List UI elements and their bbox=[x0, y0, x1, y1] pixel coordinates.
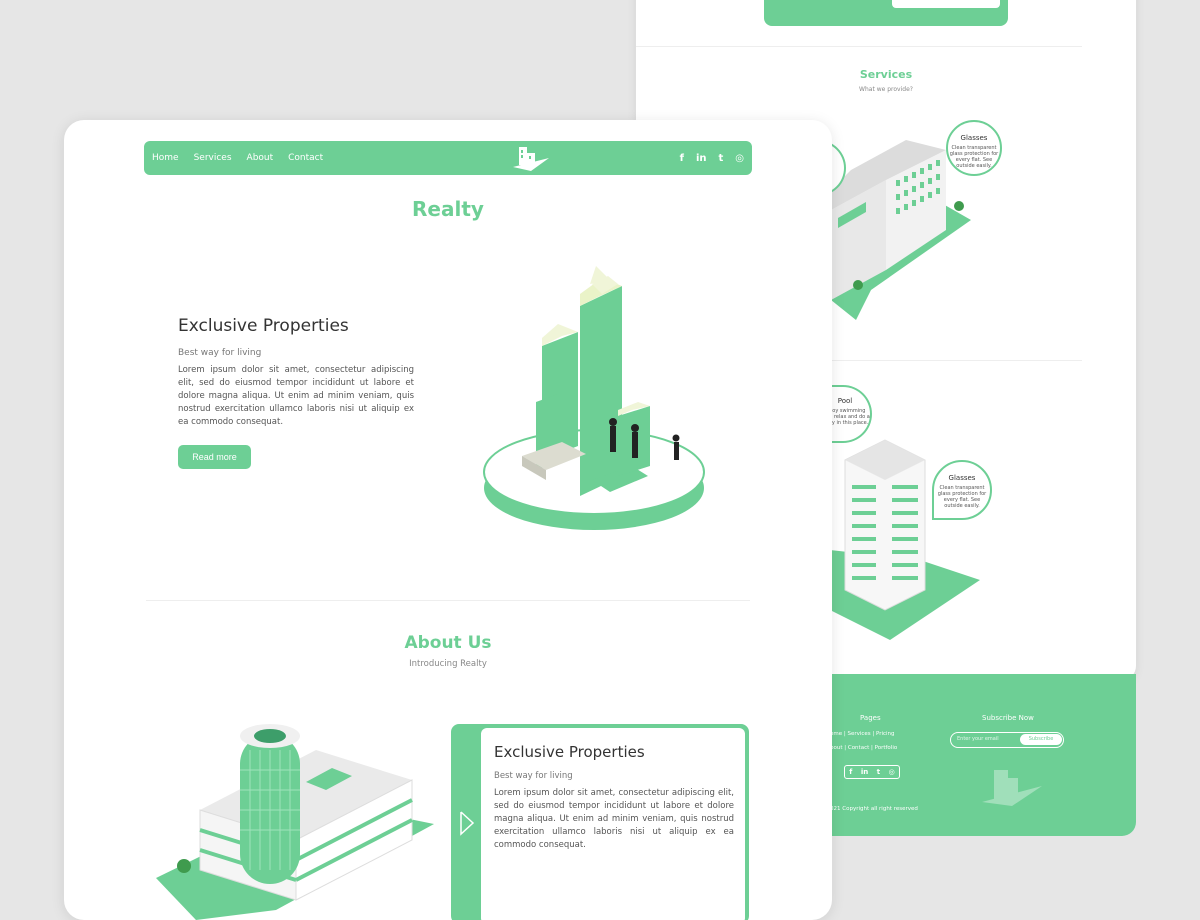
facebook-icon[interactable]: f bbox=[849, 768, 852, 776]
chevron-right-icon[interactable] bbox=[459, 810, 475, 836]
footer-pages-title: Pages bbox=[860, 714, 881, 722]
nav-contact[interactable]: Contact bbox=[288, 153, 323, 163]
section-divider bbox=[146, 600, 750, 601]
instagram-icon[interactable]: ◎ bbox=[735, 153, 744, 164]
card-subtitle: Best way for living bbox=[494, 771, 573, 781]
hero-text: Lorem ipsum dolor sit amet, consectetur … bbox=[178, 365, 414, 427]
brand-title: Realty bbox=[412, 197, 484, 221]
subscribe-form: Enter your email Subscribe bbox=[950, 732, 1064, 748]
services-title: Services bbox=[859, 68, 913, 81]
footer-social-bar: f in t ◎ bbox=[844, 765, 900, 779]
card-text: Lorem ipsum dolor sit amet, consectetur … bbox=[494, 788, 734, 850]
divider bbox=[636, 46, 1082, 47]
footer-logo-icon bbox=[982, 770, 1042, 806]
instagram-icon[interactable]: ◎ bbox=[889, 768, 895, 776]
nav-services[interactable]: Services bbox=[194, 153, 232, 163]
front-page: Home Services About Contact f in t ◎ Rea… bbox=[64, 120, 832, 920]
nav-home[interactable]: Home bbox=[152, 153, 179, 163]
twitter-icon[interactable]: t bbox=[718, 153, 723, 164]
city-platform-illustration bbox=[483, 266, 705, 530]
linkedin-icon[interactable]: in bbox=[696, 153, 707, 164]
facebook-icon[interactable]: f bbox=[680, 153, 684, 164]
linkedin-icon[interactable]: in bbox=[861, 768, 868, 776]
nav-about[interactable]: About bbox=[247, 153, 274, 163]
card-heading: Exclusive Properties bbox=[494, 743, 645, 761]
footer-links-row-2[interactable]: bout | Contact | Portfolio bbox=[830, 745, 897, 751]
feature-bubble-glasses-2: Glasses Clean transparent glass protectio… bbox=[932, 460, 992, 520]
office-tower-illustration bbox=[156, 724, 434, 920]
email-input[interactable]: Enter your email bbox=[957, 736, 999, 742]
hero-heading: Exclusive Properties bbox=[178, 316, 349, 336]
footer-subscribe-title: Subscribe Now bbox=[982, 714, 1034, 722]
navbar: Home Services About Contact f in t ◎ bbox=[144, 141, 752, 175]
back-header-strip bbox=[764, 0, 1008, 26]
services-subtitle: What we provide? bbox=[859, 86, 913, 93]
footer-social-icons: f in t ◎ bbox=[844, 765, 900, 779]
building-logo-icon[interactable] bbox=[511, 144, 551, 172]
twitter-icon[interactable]: t bbox=[877, 768, 880, 776]
about-title: About Us bbox=[404, 633, 492, 653]
subscribe-button[interactable]: Subscribe bbox=[1020, 734, 1062, 745]
back-input[interactable] bbox=[892, 0, 1000, 8]
feature-bubble-glasses: Glasses Clean transparent glass protectio… bbox=[946, 120, 1002, 176]
read-more-button[interactable]: Read more bbox=[178, 445, 251, 469]
copyright: 021 Copyright all right reserved bbox=[830, 806, 918, 812]
footer-links-row-1[interactable]: ome | Services | Pricing bbox=[830, 731, 895, 737]
hero-subtitle: Best way for living bbox=[178, 348, 262, 358]
about-subtitle: Introducing Realty bbox=[409, 659, 487, 669]
social-links: f in t ◎ bbox=[680, 153, 744, 164]
